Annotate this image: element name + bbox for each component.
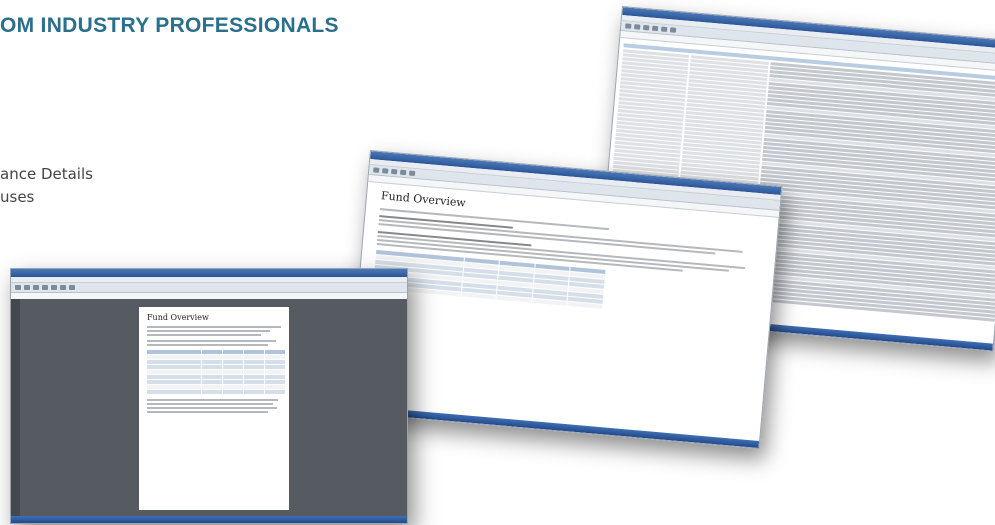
table-cell [147, 390, 201, 394]
table-cell [201, 360, 222, 364]
table-cell [243, 355, 264, 359]
table-cell [222, 375, 243, 379]
table-cell [243, 350, 264, 354]
screenshot-fund-overview-browser: Fund Overview [346, 150, 783, 450]
table-cell [264, 350, 285, 354]
screenshot-pdf-viewer: Fund Overview [10, 268, 408, 524]
table-cell [243, 370, 264, 374]
table-cell [243, 365, 264, 369]
table-cell [222, 360, 243, 364]
window-titlebar [11, 269, 407, 277]
table-cell [264, 370, 285, 374]
table-cell [243, 360, 264, 364]
pdf-canvas: Fund Overview [11, 299, 407, 516]
table-cell [147, 365, 201, 369]
table-cell [264, 365, 285, 369]
bullet-performance-details: ance Details [0, 165, 93, 183]
taskbar [348, 405, 760, 448]
table-cell [264, 390, 285, 394]
slide-heading: OM INDUSTRY PROFESSIONALS [0, 14, 339, 37]
table-cell [147, 355, 201, 359]
table-cell [201, 355, 222, 359]
table-cell [201, 390, 222, 394]
pdf-side-panel [11, 299, 20, 516]
table-cell [201, 365, 222, 369]
table-cell [201, 380, 222, 384]
table-cell [264, 380, 285, 384]
taskbar [11, 516, 407, 523]
table-cell [201, 370, 222, 374]
table-cell [147, 360, 201, 364]
table-cell [147, 385, 201, 389]
bullet-uses: uses [0, 188, 35, 206]
table-cell [147, 380, 201, 384]
table-cell [243, 385, 264, 389]
table-cell [222, 350, 243, 354]
table-cell [264, 385, 285, 389]
table-cell [222, 385, 243, 389]
table-cell [222, 355, 243, 359]
table-cell [222, 365, 243, 369]
table-cell [147, 370, 201, 374]
table-cell [243, 375, 264, 379]
table-cell [264, 375, 285, 379]
table-cell [147, 375, 201, 379]
pdf-page: Fund Overview [139, 307, 289, 510]
table-cell [201, 350, 222, 354]
table-cell [264, 360, 285, 364]
table-cell [201, 385, 222, 389]
table-cell [243, 380, 264, 384]
table-cell [222, 390, 243, 394]
table-cell [243, 390, 264, 394]
table-cell [201, 375, 222, 379]
table-cell [222, 380, 243, 384]
toolbar [11, 283, 407, 293]
table-cell [222, 370, 243, 374]
pdf-page-title: Fund Overview [147, 313, 209, 322]
table-cell [264, 355, 285, 359]
table-cell [147, 350, 201, 354]
